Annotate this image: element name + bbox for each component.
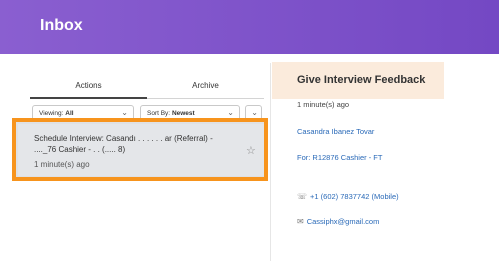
list-item[interactable]: Schedule Interview: Casandı . . . . . . … [18, 124, 264, 176]
envelope-icon: ✉ [297, 217, 304, 226]
page-title: Inbox [40, 17, 83, 34]
tab-archive[interactable]: Archive [147, 72, 264, 100]
tab-actions-label: Actions [75, 81, 102, 90]
list-item-subtitle: ...._76 Cashier - . . (..... 8) [34, 145, 126, 154]
viewing-value: All [65, 110, 74, 117]
detail-header: Give Interview Feedback [272, 62, 444, 99]
email-link[interactable]: Cassiphx@gmail.com [307, 217, 380, 226]
phone-link[interactable]: +1 (602) 7837742 (Mobile) [310, 192, 399, 201]
detail-time: 1 minute(s) ago [297, 100, 350, 109]
phone-row: ☏ +1 (602) 7837742 (Mobile) [297, 192, 399, 201]
viewing-filter-text: Viewing: All [39, 110, 74, 117]
sort-value: Newest [171, 110, 195, 117]
viewing-label: Viewing: [39, 110, 64, 117]
panel-divider [270, 63, 271, 261]
requisition-link[interactable]: For: R12876 Cashier - FT [297, 153, 382, 162]
list-item-time: 1 minute(s) ago [34, 160, 90, 169]
tab-active-indicator [30, 97, 147, 99]
detail-title: Give Interview Feedback [297, 74, 426, 86]
tab-actions[interactable]: Actions [30, 72, 147, 100]
sort-label: Sort By: [147, 110, 171, 117]
tab-archive-label: Archive [192, 81, 219, 90]
chevron-down-icon: ⌄ [227, 108, 234, 117]
phone-icon: ☏ [297, 192, 308, 201]
star-icon[interactable]: ☆ [246, 144, 256, 157]
detail-panel: Give Interview Feedback 1 minute(s) ago … [272, 54, 499, 261]
list-item-title: Schedule Interview: Casandı . . . . . . … [34, 134, 213, 143]
top-bar: Inbox [0, 0, 499, 54]
inbox-tabs: Actions Archive [30, 72, 264, 100]
sort-filter-text: Sort By: Newest [147, 110, 195, 117]
email-row: ✉ Cassiphx@gmail.com [297, 217, 379, 226]
chevron-down-icon: ⌄ [121, 108, 128, 117]
candidate-link[interactable]: Casandra Ibanez Tovar [297, 127, 374, 136]
chevron-down-icon: ⌄ [251, 108, 258, 117]
